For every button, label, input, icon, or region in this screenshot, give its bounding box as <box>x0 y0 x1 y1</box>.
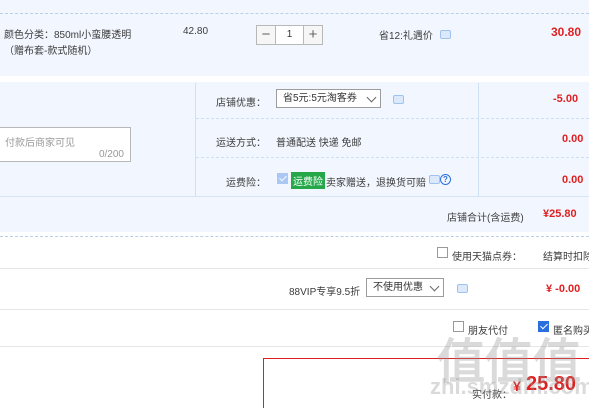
options-left-divider <box>195 83 196 196</box>
options-row-line-1 <box>196 118 589 119</box>
shop-discount-label: 店铺优惠： <box>216 98 266 109</box>
help-icon[interactable]: ? <box>440 174 451 185</box>
tmall-points-checkbox[interactable] <box>437 247 448 258</box>
freight-insurance-checkbox <box>277 173 288 184</box>
shipping-value: 普通配送 快递 免邮 <box>276 138 362 149</box>
vip-label: 88VIP专享9.5折 <box>289 287 361 298</box>
chat-icon[interactable] <box>440 30 451 39</box>
shop-total-amount: ¥25.80 <box>543 208 577 220</box>
shipping-amount: 0.00 <box>562 133 584 145</box>
tmall-points-label: 使用天猫点券： <box>452 252 522 263</box>
shop-discount-amount: -5.00 <box>553 93 579 105</box>
points-divider <box>0 268 589 269</box>
top-divider <box>0 13 589 14</box>
freight-insurance-text: 卖家赠送，退换货可赔 <box>326 178 426 189</box>
shop-total-label: 店铺合计(含运费) <box>447 213 524 224</box>
chat-icon[interactable] <box>457 284 468 293</box>
chevron-down-icon <box>366 92 377 103</box>
chat-icon[interactable] <box>393 95 404 104</box>
buyer-message-box[interactable]: 付款后商家可见 0/200 <box>0 127 131 162</box>
freight-insurance-badge: 运费险 <box>291 172 325 189</box>
shop-total-bottom-divider <box>0 236 589 237</box>
vip-divider <box>0 309 589 310</box>
item-spec-line2: （赠布套-款式随机） <box>4 46 98 57</box>
shop-discount-select[interactable]: 省5元:5元淘客券 <box>276 89 381 108</box>
quantity-minus-button[interactable]: − <box>256 25 276 45</box>
chat-icon[interactable] <box>429 175 440 184</box>
vip-discount-selected: 不使用优惠 <box>373 282 423 293</box>
vip-discount-select[interactable]: 不使用优惠 <box>366 278 444 297</box>
options-row-line-2 <box>196 157 589 158</box>
watermark-text: zhi.smzdm.com <box>430 374 589 399</box>
vip-amount: ¥ -0.00 <box>546 283 581 295</box>
chevron-down-icon <box>429 281 440 292</box>
message-counter: 0/200 <box>98 149 124 160</box>
shipping-label: 运送方式： <box>216 138 266 149</box>
shop-discount-selected: 省5元:5元淘客券 <box>283 93 357 104</box>
item-subtotal: 30.80 <box>551 25 582 39</box>
item-discount-text: 省12:礼遇价 <box>379 31 433 42</box>
options-right-divider <box>478 83 479 196</box>
item-spec-line1: 颜色分类：850ml小蛮腰透明 <box>4 30 132 41</box>
freight-insurance-label: 运费险： <box>226 178 266 189</box>
unit-price: 42.80 <box>183 26 209 37</box>
quantity-plus-button[interactable]: + <box>303 25 323 45</box>
quantity-input[interactable]: 1 <box>276 25 303 45</box>
shop-total-divider <box>0 196 589 197</box>
message-placeholder: 付款后商家可见 <box>5 138 75 149</box>
tmall-points-settle-text: 结算时扣除 <box>543 252 589 263</box>
freight-insurance-amount: 0.00 <box>562 174 584 186</box>
